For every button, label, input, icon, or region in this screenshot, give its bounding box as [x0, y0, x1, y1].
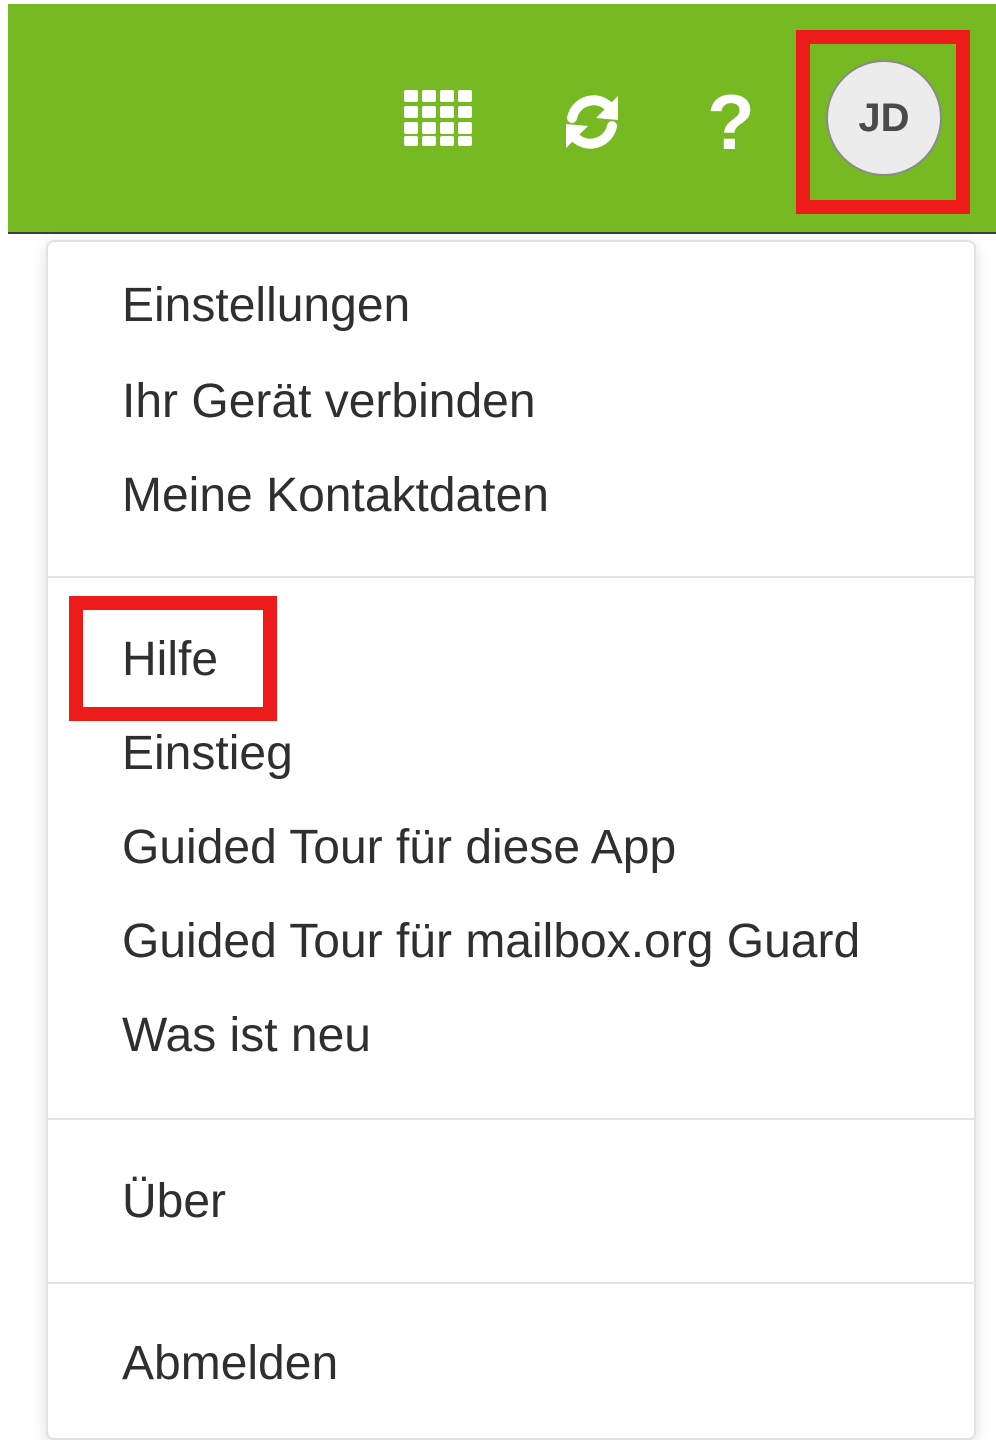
menu-divider	[48, 1282, 974, 1284]
menu-divider	[48, 1118, 974, 1120]
menu-divider	[48, 576, 974, 578]
menu-item-guided-tour-guard[interactable]: Guided Tour für mailbox.org Guard	[122, 914, 860, 970]
menu-item-settings[interactable]: Einstellungen	[122, 278, 410, 334]
menu-item-help[interactable]: Hilfe	[122, 632, 218, 688]
menu-item-guided-tour-app[interactable]: Guided Tour für diese App	[122, 820, 676, 876]
menu-item-about[interactable]: Über	[122, 1174, 226, 1230]
help-icon[interactable]: ?	[696, 82, 766, 162]
user-avatar-button[interactable]: JD	[826, 60, 942, 176]
user-dropdown-menu: Einstellungen Ihr Gerät verbinden Meine …	[46, 240, 976, 1440]
menu-item-getting-started[interactable]: Einstieg	[122, 726, 293, 782]
menu-item-whats-new[interactable]: Was ist neu	[122, 1008, 371, 1064]
help-glyph: ?	[707, 78, 755, 166]
menu-item-logout[interactable]: Abmelden	[122, 1336, 338, 1392]
menu-item-contact-data[interactable]: Meine Kontaktdaten	[122, 468, 549, 524]
refresh-icon[interactable]	[556, 86, 628, 158]
apps-grid-icon[interactable]	[402, 88, 474, 148]
top-bar: ? JD	[8, 4, 996, 234]
menu-item-connect-device[interactable]: Ihr Gerät verbinden	[122, 374, 536, 430]
